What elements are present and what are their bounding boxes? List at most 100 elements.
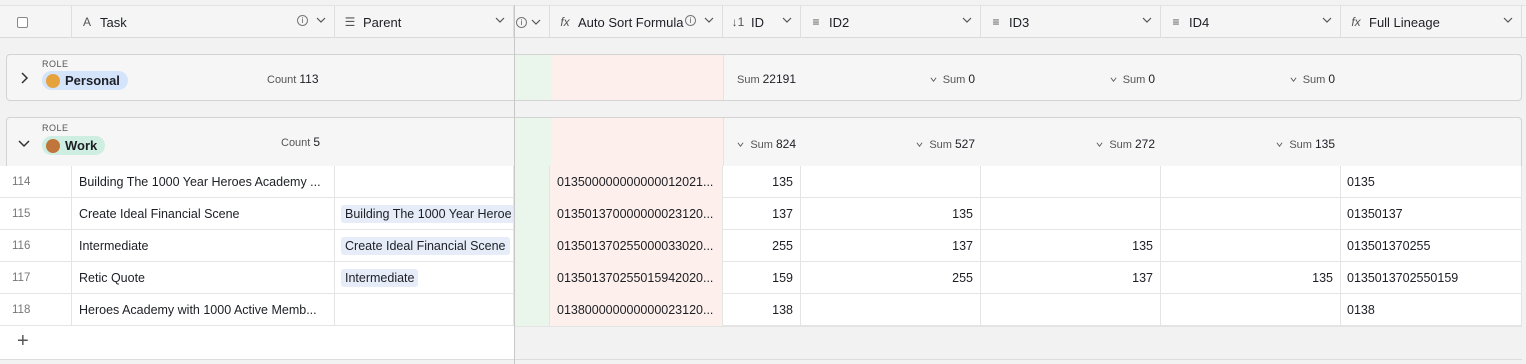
- column-header-row: A Task i ☰ Parent i fx Auto Sort Formula…: [0, 5, 1526, 38]
- green-column-cell[interactable]: [514, 294, 550, 326]
- id2-cell[interactable]: 137: [801, 230, 981, 262]
- column-header-id[interactable]: ↓1 ID: [723, 6, 801, 38]
- task-cell[interactable]: Create Ideal Financial Scene: [72, 198, 335, 230]
- id2-cell[interactable]: [801, 166, 981, 198]
- info-icon[interactable]: i: [297, 15, 308, 26]
- chevron-right-icon[interactable]: [19, 72, 29, 84]
- row-number[interactable]: 114: [0, 166, 72, 198]
- info-icon[interactable]: i: [516, 16, 527, 28]
- table-row[interactable]: 114 Building The 1000 Year Heroes Academy…: [0, 166, 1522, 198]
- chevron-down-icon[interactable]: [1503, 15, 1513, 25]
- info-icon[interactable]: i: [685, 15, 696, 26]
- chevron-down-icon[interactable]: [1322, 15, 1332, 25]
- id-cell-text: 255: [772, 239, 793, 253]
- full-lineage-cell[interactable]: 013501370255: [1341, 230, 1522, 262]
- chevron-down-icon[interactable]: [916, 141, 923, 148]
- task-cell[interactable]: Building The 1000 Year Heroes Academy ..…: [72, 166, 335, 198]
- full-lineage-cell[interactable]: 0138: [1341, 294, 1522, 326]
- group-header-personal[interactable]: ROLE Personal Count 113 Sum 22191 Sum 0 Sum…: [6, 54, 1522, 101]
- linked-record-chip[interactable]: Create Ideal Financial Scene: [341, 237, 510, 255]
- chevron-down-icon[interactable]: [962, 15, 972, 25]
- parent-cell[interactable]: [335, 294, 514, 326]
- id3-cell[interactable]: [981, 166, 1161, 198]
- chevron-down-icon[interactable]: [18, 138, 30, 148]
- table-row[interactable]: 118 Heroes Academy with 1000 Active Memb.…: [0, 294, 1522, 326]
- green-column-cell[interactable]: [514, 230, 550, 262]
- id4-cell[interactable]: [1161, 294, 1341, 326]
- full-lineage-cell[interactable]: 0135: [1341, 166, 1522, 198]
- green-column-cell[interactable]: [514, 166, 550, 198]
- chevron-down-icon[interactable]: [1142, 15, 1152, 25]
- id3-cell[interactable]: 137: [981, 262, 1161, 294]
- id-cell[interactable]: 159: [723, 262, 801, 294]
- group-header-work[interactable]: ROLE Work Count 5 Sum 824 Sum 527 Sum 272 Su…: [6, 117, 1522, 166]
- column-header-hidden[interactable]: i: [514, 6, 550, 38]
- id4-cell[interactable]: [1161, 166, 1341, 198]
- auto-sort-cell[interactable]: 013800000000000023120...: [550, 294, 723, 326]
- chevron-down-icon[interactable]: [1276, 141, 1283, 148]
- column-header-parent[interactable]: ☰ Parent: [335, 6, 514, 38]
- id4-cell[interactable]: [1161, 198, 1341, 230]
- column-header-id2[interactable]: ≡ ID2: [801, 6, 981, 38]
- green-column-cell[interactable]: [514, 198, 550, 230]
- id2-cell[interactable]: 135: [801, 198, 981, 230]
- full-lineage-cell[interactable]: 01350137: [1341, 198, 1522, 230]
- id2-cell[interactable]: [801, 294, 981, 326]
- chevron-down-icon[interactable]: [316, 15, 326, 25]
- task-cell[interactable]: Intermediate: [72, 230, 335, 262]
- chevron-down-icon[interactable]: [495, 15, 505, 25]
- add-record-row[interactable]: +: [0, 326, 1522, 360]
- auto-sort-cell[interactable]: 013501370255000033020...: [550, 230, 723, 262]
- select-all-checkbox[interactable]: [17, 16, 28, 28]
- column-header-id3[interactable]: ≡ ID3: [981, 6, 1161, 38]
- auto-sort-cell[interactable]: 013501370255015942020...: [550, 262, 723, 294]
- row-number[interactable]: 116: [0, 230, 72, 262]
- row-number[interactable]: 117: [0, 262, 72, 294]
- green-column-cell[interactable]: [514, 262, 550, 294]
- auto-sort-cell[interactable]: 013501370000000023120...: [550, 198, 723, 230]
- chevron-down-icon[interactable]: [704, 15, 714, 25]
- id-cell[interactable]: 137: [723, 198, 801, 230]
- parent-cell[interactable]: [335, 166, 514, 198]
- parent-cell[interactable]: Building The 1000 Year Heroe: [335, 198, 514, 230]
- linked-record-chip[interactable]: Intermediate: [341, 269, 419, 287]
- auto-sort-cell[interactable]: 013500000000000012021...: [550, 166, 723, 198]
- id-cell[interactable]: 138: [723, 294, 801, 326]
- full-lineage-cell[interactable]: 0135013702550159: [1341, 262, 1522, 294]
- chevron-down-icon[interactable]: [782, 15, 792, 25]
- id3-cell[interactable]: [981, 198, 1161, 230]
- full-lineage-cell-text: 0135: [1347, 175, 1375, 189]
- row-number[interactable]: 118: [0, 294, 72, 326]
- column-header-id4[interactable]: ≡ ID4: [1161, 6, 1341, 38]
- row-number[interactable]: 115: [0, 198, 72, 230]
- task-cell[interactable]: Retic Quote: [72, 262, 335, 294]
- chevron-down-icon[interactable]: [930, 76, 937, 83]
- chevron-down-icon[interactable]: [531, 17, 541, 27]
- id3-cell[interactable]: 135: [981, 230, 1161, 262]
- column-header-task[interactable]: A Task i: [72, 6, 335, 38]
- linked-record-chip[interactable]: Building The 1000 Year Heroe: [341, 205, 513, 223]
- table-row[interactable]: 116 Intermediate Create Ideal Financial Sc…: [0, 230, 1522, 262]
- add-record-icon[interactable]: +: [17, 330, 29, 353]
- id4-cell[interactable]: 135: [1161, 262, 1341, 294]
- table-row[interactable]: 115 Create Ideal Financial Scene Building …: [0, 198, 1522, 230]
- chevron-down-icon[interactable]: [1110, 76, 1117, 83]
- id4-cell[interactable]: [1161, 230, 1341, 262]
- frozen-column-divider[interactable]: [514, 5, 515, 364]
- table-row[interactable]: 117 Retic Quote Intermediate 01350137025501…: [0, 262, 1522, 294]
- id-cell[interactable]: 255: [723, 230, 801, 262]
- add-record-cell[interactable]: [0, 326, 514, 359]
- green-column-cell: [515, 55, 551, 100]
- chevron-down-icon[interactable]: [1290, 76, 1297, 83]
- id3-cell[interactable]: [981, 294, 1161, 326]
- parent-cell[interactable]: Create Ideal Financial Scene: [335, 230, 514, 262]
- chevron-down-icon[interactable]: [737, 141, 744, 148]
- column-header-auto-sort[interactable]: fx Auto Sort Formula i: [550, 6, 723, 38]
- task-cell[interactable]: Heroes Academy with 1000 Active Memb...: [72, 294, 335, 326]
- id-cell[interactable]: 135: [723, 166, 801, 198]
- column-header-full-lineage[interactable]: fx Full Lineage: [1341, 6, 1522, 38]
- chevron-down-icon[interactable]: [1096, 141, 1103, 148]
- parent-cell[interactable]: Intermediate: [335, 262, 514, 294]
- id2-cell[interactable]: 255: [801, 262, 981, 294]
- select-all-cell[interactable]: [0, 6, 72, 38]
